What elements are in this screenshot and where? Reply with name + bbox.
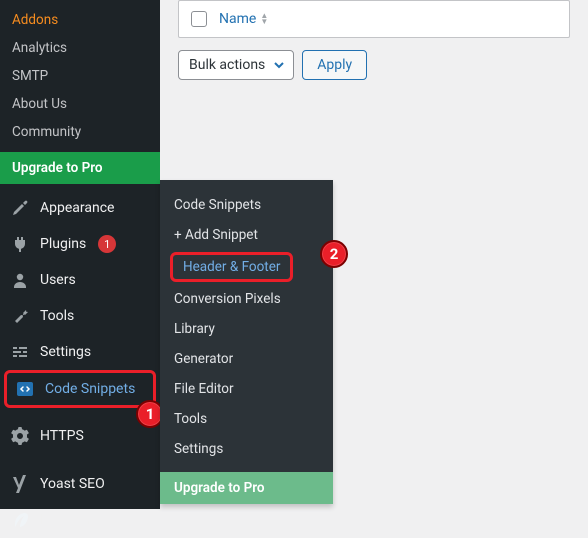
nav-appearance[interactable]: Appearance bbox=[0, 190, 160, 226]
flyout-header-footer-highlight: Header & Footer bbox=[170, 252, 293, 282]
flyout-header-footer[interactable]: Header & Footer bbox=[183, 259, 280, 275]
sort-icon: ▲▼ bbox=[260, 13, 268, 25]
flyout-add-snippet[interactable]: + Add Snippet bbox=[160, 220, 333, 250]
plug-icon bbox=[10, 234, 30, 254]
flyout-code-snippets[interactable]: Code Snippets bbox=[160, 190, 333, 220]
brush-icon bbox=[10, 198, 30, 218]
nav-label: Yoast SEO bbox=[40, 476, 105, 492]
sidebar-sub-smtp[interactable]: SMTP bbox=[0, 62, 160, 90]
code-snippets-submenu: Code Snippets + Add Snippet Header & Foo… bbox=[160, 180, 333, 504]
sidebar-sub-addons[interactable]: Addons bbox=[0, 6, 160, 34]
nav-label: Plugins bbox=[40, 236, 86, 252]
sidebar-main-nav: Appearance Plugins 1 Users Tools Setti bbox=[0, 184, 160, 538]
plugins-badge: 1 bbox=[98, 235, 116, 253]
nav-plugins[interactable]: Plugins 1 bbox=[0, 226, 160, 262]
user-icon bbox=[10, 270, 30, 290]
name-column-header[interactable]: Name ▲▼ bbox=[219, 11, 268, 27]
yoast-icon bbox=[10, 474, 30, 494]
nav-users[interactable]: Users bbox=[0, 262, 160, 298]
flyout-tools[interactable]: Tools bbox=[160, 404, 333, 434]
nav-label: HTTPS bbox=[40, 428, 84, 444]
select-all-checkbox[interactable] bbox=[191, 11, 207, 27]
nav-label: Envato Market bbox=[40, 512, 129, 528]
select-value: Bulk actions bbox=[189, 57, 265, 73]
chevron-down-icon bbox=[273, 59, 285, 71]
sidebar-subsection: Addons Analytics SMTP About Us Community bbox=[0, 0, 160, 152]
nav-tools[interactable]: Tools bbox=[0, 298, 160, 334]
nav-label: Code Snippets bbox=[45, 381, 135, 397]
flyout-file-editor[interactable]: File Editor bbox=[160, 374, 333, 404]
flyout-header-footer-wrap: Header & Footer bbox=[160, 250, 333, 284]
column-label: Name bbox=[219, 11, 256, 27]
flyout-generator[interactable]: Generator bbox=[160, 344, 333, 374]
gear-icon bbox=[10, 426, 30, 446]
nav-https[interactable]: HTTPS bbox=[0, 418, 160, 454]
code-icon bbox=[15, 379, 35, 399]
bulk-actions-select[interactable]: Bulk actions bbox=[178, 50, 294, 80]
flyout-settings[interactable]: Settings bbox=[160, 434, 333, 464]
nav-label: Settings bbox=[40, 344, 91, 360]
annotation-badge-2: 2 bbox=[320, 240, 348, 268]
sidebar-upgrade-pro[interactable]: Upgrade to Pro bbox=[0, 152, 160, 184]
nav-label: Tools bbox=[40, 308, 74, 324]
admin-sidebar: Addons Analytics SMTP About Us Community… bbox=[0, 0, 160, 509]
sidebar-sub-analytics[interactable]: Analytics bbox=[0, 34, 160, 62]
nav-label: Users bbox=[40, 272, 76, 288]
wrench-icon bbox=[10, 306, 30, 326]
flyout-library[interactable]: Library bbox=[160, 314, 333, 344]
leaf-icon bbox=[10, 510, 30, 530]
nav-code-snippets[interactable]: Code Snippets bbox=[4, 370, 156, 408]
sidebar-sub-about[interactable]: About Us bbox=[0, 90, 160, 118]
flyout-conversion-pixels[interactable]: Conversion Pixels bbox=[160, 284, 333, 314]
nav-envato-market[interactable]: Envato Market bbox=[0, 502, 160, 538]
apply-button[interactable]: Apply bbox=[302, 50, 367, 80]
bulk-actions-row: Bulk actions Apply bbox=[178, 50, 570, 80]
nav-label: Appearance bbox=[40, 200, 114, 216]
main-content: Name ▲▼ Bulk actions Apply bbox=[160, 0, 588, 80]
code-snippets-highlight-box: Code Snippets 1 bbox=[4, 370, 156, 408]
flyout-upgrade-pro[interactable]: Upgrade to Pro bbox=[160, 472, 333, 504]
sidebar-sub-community[interactable]: Community bbox=[0, 118, 160, 146]
table-header-row: Name ▲▼ bbox=[178, 0, 570, 38]
nav-settings[interactable]: Settings bbox=[0, 334, 160, 370]
sliders-icon bbox=[10, 342, 30, 362]
nav-yoast-seo[interactable]: Yoast SEO bbox=[0, 466, 160, 502]
